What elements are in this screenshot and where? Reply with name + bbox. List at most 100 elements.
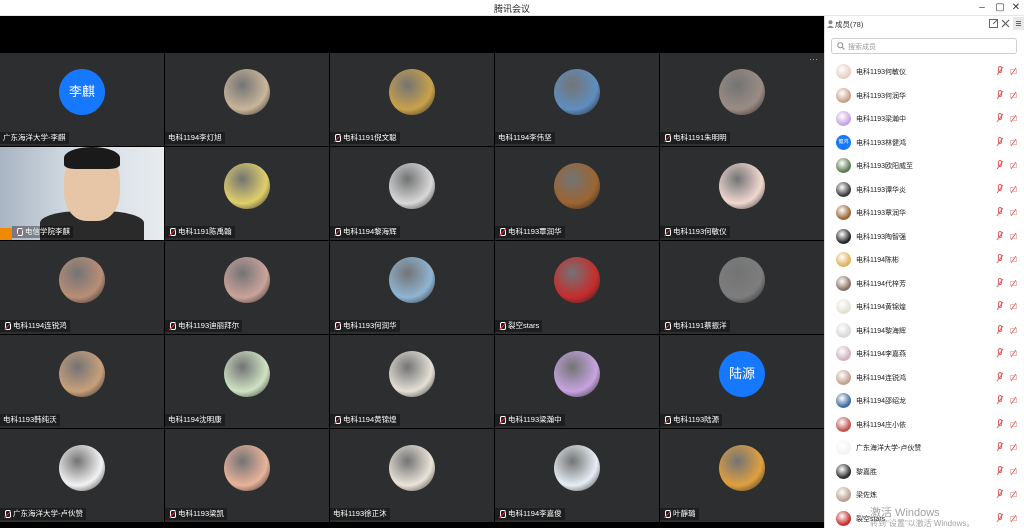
member-row[interactable]: 健鸿 电科1193林健鸿 — [825, 131, 1024, 154]
camera-off-icon[interactable] — [1010, 326, 1017, 335]
video-tile[interactable]: 电科1191蔡振洋 — [660, 241, 824, 334]
mic-muted-icon[interactable] — [996, 348, 1004, 358]
mic-muted-icon[interactable] — [996, 89, 1004, 100]
camera-off-icon[interactable] — [1010, 91, 1017, 100]
mic-muted-icon[interactable] — [996, 230, 1004, 241]
video-tile[interactable]: 电科1193何敏仪 — [660, 147, 824, 240]
mic-muted-icon[interactable] — [996, 160, 1004, 170]
member-row[interactable]: 电科1194庄小依 — [825, 413, 1024, 436]
member-name: 电科1193覃润华 — [856, 210, 907, 217]
member-row[interactable]: 电科1193何润华 — [825, 84, 1024, 107]
more-options-icon[interactable]: ··· — [809, 54, 818, 64]
video-tile[interactable]: 电科1194李灯旭 — [165, 53, 329, 146]
mic-muted-icon[interactable] — [996, 254, 1004, 264]
video-tile[interactable]: 电科1194李伟坚 — [495, 53, 659, 146]
mic-muted-icon[interactable] — [996, 418, 1004, 429]
camera-off-icon[interactable] — [1010, 208, 1017, 217]
video-tile[interactable]: 电科1194连锐鸿 — [0, 241, 164, 334]
member-row[interactable]: 电科1193欧阳威至 — [825, 154, 1024, 177]
member-avatar — [836, 252, 851, 267]
video-tile[interactable]: 电科1193何润华 — [330, 241, 494, 334]
video-tile[interactable]: 电科1194黎海辉 — [330, 147, 494, 240]
camera-off-icon[interactable] — [1010, 420, 1017, 429]
mic-muted-icon[interactable] — [996, 324, 1004, 335]
member-row[interactable]: 广东海洋大学-卢伙赞 — [825, 436, 1024, 459]
camera-off-icon[interactable] — [1010, 373, 1017, 382]
camera-off-icon[interactable] — [1010, 161, 1017, 170]
panel-menu-button[interactable] — [1013, 17, 1024, 30]
mic-muted-icon[interactable] — [996, 277, 1004, 288]
video-tile[interactable]: 李麒 广东海洋大学-李麒 — [0, 53, 164, 146]
camera-off-icon[interactable] — [1010, 443, 1017, 452]
mic-muted-icon[interactable] — [996, 183, 1004, 194]
mic-muted-icon[interactable] — [996, 442, 1004, 452]
member-row[interactable]: 电科1193梁瀚中 — [825, 107, 1024, 130]
video-tile[interactable]: 电科1194李嘉俊 — [495, 429, 659, 522]
member-row[interactable]: 电科1193覃润华 — [825, 201, 1024, 224]
member-avatar — [836, 346, 851, 361]
camera-off-icon[interactable] — [1010, 467, 1017, 476]
mic-muted-icon[interactable] — [996, 395, 1004, 405]
close-button[interactable]: ✕ — [1008, 1, 1024, 15]
member-row[interactable]: 电科1194邵绍龙 — [825, 389, 1024, 412]
member-row[interactable]: 电科1194李嘉燕 — [825, 342, 1024, 365]
camera-off-icon[interactable] — [1010, 138, 1017, 147]
mic-muted-icon — [15, 227, 23, 237]
video-tile[interactable]: 裂空stars — [495, 241, 659, 334]
camera-off-icon[interactable] — [1010, 490, 1017, 499]
mic-muted-icon[interactable] — [996, 512, 1004, 523]
close-panel-icon[interactable] — [1001, 19, 1010, 28]
camera-off-icon[interactable] — [1010, 349, 1017, 358]
member-row[interactable]: 电科1194代梓芳 — [825, 272, 1024, 295]
video-tile[interactable]: 电科1193迪丽拜尔 — [165, 241, 329, 334]
video-tile[interactable]: 电科1193覃润华 — [495, 147, 659, 240]
camera-off-icon[interactable] — [1010, 67, 1017, 76]
member-row[interactable]: 电科1194黄锦煌 — [825, 295, 1024, 318]
video-tile[interactable]: 电科1193梁瀚中 — [495, 335, 659, 428]
mic-muted-icon[interactable] — [996, 113, 1004, 123]
mic-muted-icon[interactable] — [996, 136, 1004, 147]
member-search-input[interactable]: 搜索成员 — [831, 38, 1017, 54]
video-tile[interactable]: 电科1193梁凯 — [165, 429, 329, 522]
camera-off-icon[interactable] — [1010, 114, 1017, 123]
video-tile[interactable]: 电科1191倪文聪 — [330, 53, 494, 146]
member-row[interactable]: 电科1194陈彬 — [825, 248, 1024, 271]
member-row[interactable]: 梁佐炼 — [825, 483, 1024, 506]
member-row[interactable]: 电科1194连锐鸿 — [825, 366, 1024, 389]
video-tile[interactable]: 电科1194黄锦煌 — [330, 335, 494, 428]
camera-off-icon[interactable] — [1010, 514, 1017, 523]
popout-icon[interactable] — [989, 19, 998, 28]
video-tile[interactable]: 叶靜璐 — [660, 429, 824, 522]
restore-button[interactable]: ▢ — [992, 1, 1008, 15]
member-row[interactable]: 电科1193谭华炎 — [825, 178, 1024, 201]
mic-muted-icon[interactable] — [996, 66, 1004, 76]
video-tile[interactable]: 电信学院李麒 — [0, 147, 164, 240]
video-tile[interactable]: 电科1191陈禹翰 — [165, 147, 329, 240]
mic-muted-icon[interactable] — [996, 465, 1004, 476]
mic-muted-icon[interactable] — [996, 489, 1004, 499]
camera-off-icon[interactable] — [1010, 302, 1017, 311]
participant-avatar — [719, 445, 765, 491]
video-tile[interactable]: 陆源 电科1193陆源 — [660, 335, 824, 428]
video-tile[interactable]: 电科1193韩纯沃 — [0, 335, 164, 428]
video-tile[interactable]: 电科1193徐正沐 — [330, 429, 494, 522]
member-row[interactable]: 电科1193何敏仪 — [825, 60, 1024, 83]
participant-name: 电科1193何润华 — [343, 321, 397, 330]
camera-off-icon[interactable] — [1010, 279, 1017, 288]
camera-off-icon[interactable] — [1010, 232, 1017, 241]
video-tile[interactable]: 电科1191朱明明 ··· — [660, 53, 824, 146]
mic-muted-icon[interactable] — [996, 371, 1004, 382]
video-tile[interactable]: 广东海洋大学-卢伙赞 — [0, 429, 164, 522]
video-tile[interactable]: 电科1194沈明康 — [165, 335, 329, 428]
camera-off-icon[interactable] — [1010, 396, 1017, 405]
mic-muted-icon[interactable] — [996, 301, 1004, 311]
mic-muted-icon[interactable] — [996, 207, 1004, 217]
participant-avatar — [554, 445, 600, 491]
camera-off-icon[interactable] — [1010, 255, 1017, 264]
camera-off-icon[interactable] — [1010, 185, 1017, 194]
minimize-button[interactable]: – — [974, 1, 990, 15]
member-name: 电科1194庄小依 — [856, 421, 907, 429]
member-row[interactable]: 电科1194黎海辉 — [825, 319, 1024, 342]
member-row[interactable]: 黎嘉胜 — [825, 460, 1024, 483]
member-row[interactable]: 电科1193陶智强 — [825, 225, 1024, 248]
